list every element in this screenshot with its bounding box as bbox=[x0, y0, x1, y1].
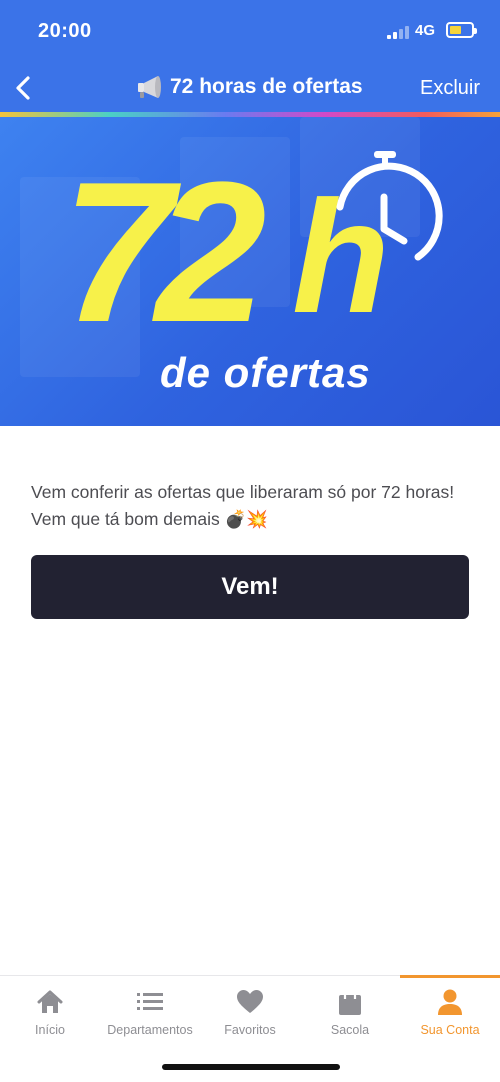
banner-big-number: 72 bbox=[62, 141, 267, 364]
chevron-left-icon[interactable] bbox=[10, 74, 38, 102]
description-line-2: Vem que tá bom demais 💣💥 bbox=[31, 509, 269, 529]
battery-icon bbox=[446, 22, 477, 38]
heart-icon bbox=[237, 990, 263, 1013]
vem-button[interactable]: Vem! bbox=[31, 555, 469, 619]
network-label: 4G bbox=[415, 22, 436, 39]
delete-button[interactable]: Excluir bbox=[420, 77, 480, 100]
tab-sua-conta[interactable]: Sua Conta bbox=[400, 975, 500, 1046]
nav-bar: 72 horas de ofertas Excluir bbox=[0, 62, 500, 112]
list-icon bbox=[137, 993, 163, 1010]
home-icon bbox=[37, 990, 63, 1013]
promo-banner: 72 h de ofertas bbox=[0, 117, 500, 426]
page-title-text: 72 horas de ofertas bbox=[170, 75, 363, 98]
header: 20:00 4G 72 horas de ofertas Excluir bbox=[0, 0, 500, 116]
status-time: 20:00 bbox=[38, 20, 92, 42]
page-title: 72 horas de ofertas bbox=[136, 74, 363, 100]
tab-label: Início bbox=[35, 1023, 65, 1037]
tab-label: Sua Conta bbox=[420, 1023, 480, 1037]
tab-label: Favoritos bbox=[224, 1023, 276, 1037]
banner-subtitle: de ofertas bbox=[160, 349, 371, 396]
tab-inicio[interactable]: Início bbox=[0, 976, 100, 1046]
tab-sacola[interactable]: Sacola bbox=[300, 976, 400, 1046]
home-indicator bbox=[162, 1064, 340, 1070]
bag-icon bbox=[339, 988, 361, 1015]
tab-favoritos[interactable]: Favoritos bbox=[200, 976, 300, 1046]
tab-label: Sacola bbox=[330, 1023, 370, 1037]
status-bar: 20:00 4G bbox=[0, 0, 500, 62]
tab-departamentos[interactable]: Departamentos bbox=[100, 976, 200, 1046]
tab-label: Departamentos bbox=[107, 1023, 193, 1037]
stopwatch-icon bbox=[336, 151, 443, 261]
megaphone-icon bbox=[138, 76, 161, 98]
user-icon bbox=[438, 989, 462, 1015]
promo-description: Vem conferir as ofertas que liberaram só… bbox=[31, 479, 481, 533]
description-line-1: Vem conferir as ofertas que liberaram só… bbox=[31, 482, 455, 502]
signal-icon bbox=[387, 25, 409, 39]
